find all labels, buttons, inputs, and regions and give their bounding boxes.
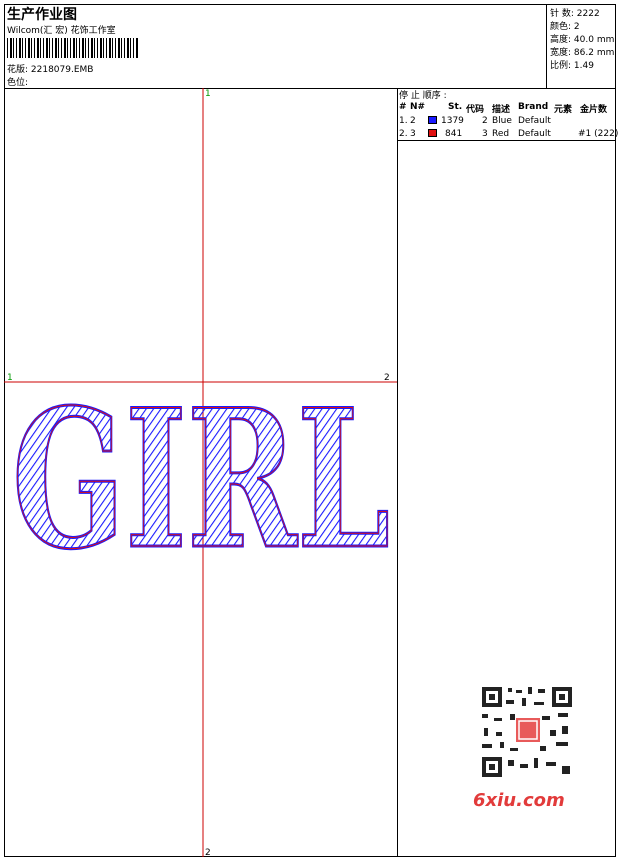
axis-label-top: 1 <box>205 89 211 99</box>
row2-color-swatch <box>428 129 437 137</box>
design-preview: 1 2 1 2 GIRL GIRL <box>4 88 397 857</box>
col-header-sequins: 金片数 <box>580 105 608 115</box>
row1-color-swatch <box>428 116 437 124</box>
stat-width: 宽度: 86.2 mm <box>550 48 615 58</box>
row2-code: 3 <box>482 129 488 139</box>
row1-desc: Blue <box>492 116 512 126</box>
row2-desc: Red <box>492 129 510 139</box>
row2-brand: Default <box>518 129 551 139</box>
col-header-code: 代码 <box>466 105 485 115</box>
design-file-label: 花版: 2218079.EMB <box>7 65 94 75</box>
col-header-num: # <box>399 102 407 112</box>
col-header-st: St. <box>448 102 463 112</box>
barcode <box>7 38 139 58</box>
stop-sequence-title: 停 止 顺序 : <box>399 91 447 101</box>
stat-scale: 比例: 1.49 <box>550 61 594 71</box>
row1-num: 1. <box>399 116 408 126</box>
qr-code <box>470 680 586 780</box>
col-header-brand: Brand <box>518 102 549 112</box>
row1-brand: Default <box>518 116 551 126</box>
row1-code: 2 <box>482 116 488 126</box>
color-position-label: 色位: <box>7 78 29 88</box>
page-title: 生产作业图 <box>7 7 77 23</box>
stats-divider <box>546 4 547 88</box>
col-header-desc: 描述 <box>492 105 511 115</box>
design-text-red-outline: GIRL <box>12 368 390 591</box>
company-name: Wilcom(汇 宏) 花饰工作室 <box>7 26 116 36</box>
row1-st: 1379 <box>441 116 464 126</box>
stat-height: 高度: 40.0 mm <box>550 35 615 45</box>
axis-label-bottom: 2 <box>205 848 211 857</box>
table-divider <box>397 140 616 141</box>
stat-stitches: 针 数: 2222 <box>550 9 600 19</box>
row2-element: #1 (222) <box>578 129 619 139</box>
row2-num: 2. <box>399 129 408 139</box>
stat-colors: 颜色: 2 <box>550 22 580 32</box>
panel-divider <box>397 88 398 857</box>
row1-n: 2 <box>410 116 416 126</box>
col-header-element: 元素 <box>554 105 573 115</box>
site-watermark: 6xiu.com <box>473 790 565 811</box>
row2-n: 3 <box>410 129 416 139</box>
col-header-n: N# <box>410 102 426 112</box>
row2-st: 841 <box>445 129 463 139</box>
